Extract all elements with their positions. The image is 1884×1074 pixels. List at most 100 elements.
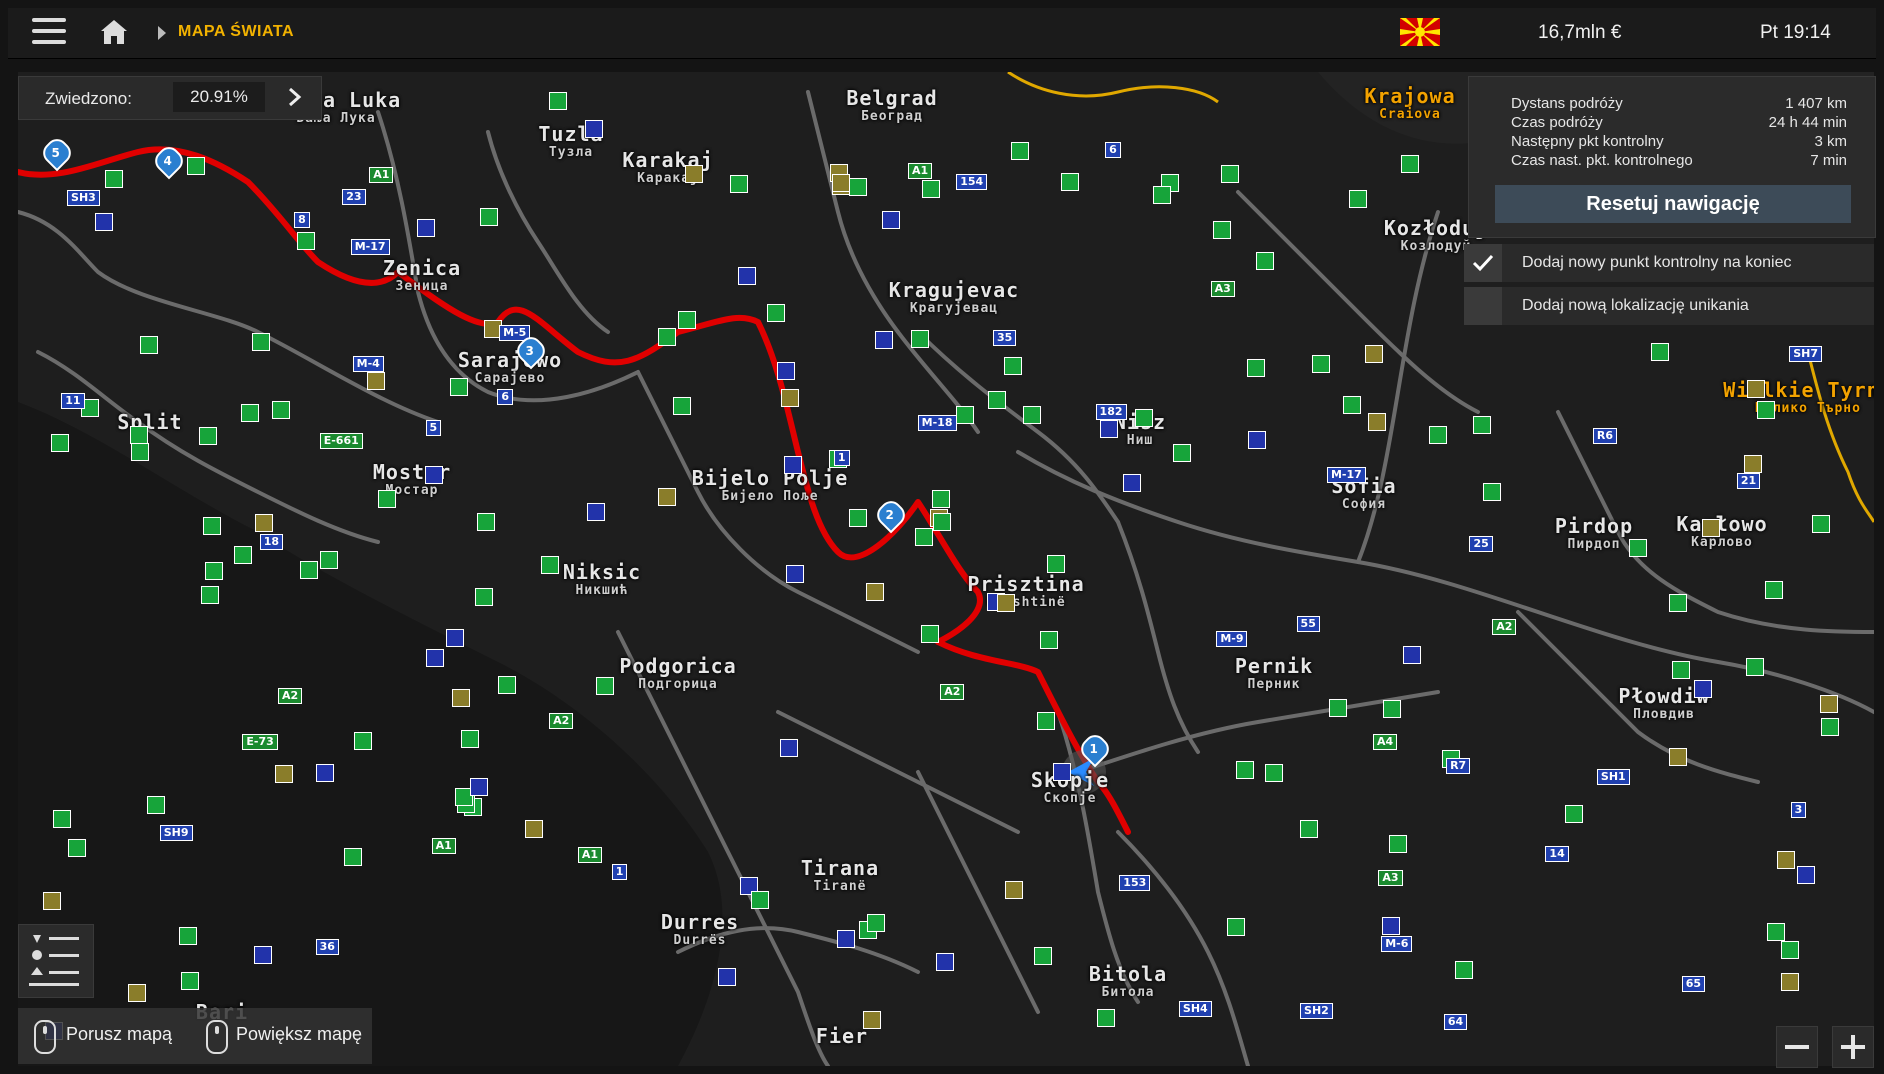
poi-marker-icon[interactable] bbox=[920, 624, 939, 643]
poi-marker-icon[interactable] bbox=[738, 266, 757, 285]
poi-marker-icon[interactable] bbox=[344, 848, 363, 867]
city-label[interactable]: Fier bbox=[816, 1026, 868, 1048]
poi-marker-icon[interactable] bbox=[1221, 164, 1240, 183]
breadcrumb[interactable]: MAPA ŚWIATA bbox=[178, 23, 294, 41]
poi-marker-icon[interactable] bbox=[1036, 711, 1055, 730]
poi-marker-icon[interactable] bbox=[316, 763, 334, 782]
poi-marker-icon[interactable] bbox=[95, 212, 114, 231]
poi-marker-icon[interactable] bbox=[202, 517, 221, 536]
poi-marker-icon[interactable] bbox=[766, 304, 785, 323]
poi-marker-icon[interactable] bbox=[1039, 630, 1058, 649]
city-label[interactable]: Prisztina Prishtinë bbox=[967, 574, 1084, 609]
poi-marker-icon[interactable] bbox=[1004, 881, 1023, 900]
poi-marker-icon[interactable] bbox=[914, 527, 933, 546]
poi-marker-icon[interactable] bbox=[585, 120, 604, 139]
poi-marker-icon[interactable] bbox=[255, 514, 274, 532]
poi-marker-icon[interactable] bbox=[848, 177, 867, 196]
poi-marker-icon[interactable] bbox=[319, 550, 338, 569]
poi-marker-icon[interactable] bbox=[1123, 473, 1142, 492]
poi-marker-icon[interactable] bbox=[780, 388, 799, 407]
poi-marker-icon[interactable] bbox=[751, 890, 770, 909]
poi-marker-icon[interactable] bbox=[837, 930, 856, 949]
city-label[interactable]: Pernik Перник bbox=[1235, 656, 1313, 691]
poi-marker-icon[interactable] bbox=[1746, 380, 1765, 399]
poi-marker-icon[interactable] bbox=[1153, 186, 1172, 205]
poi-marker-icon[interactable] bbox=[416, 219, 435, 238]
poi-marker-icon[interactable] bbox=[1668, 748, 1687, 767]
poi-marker-icon[interactable] bbox=[1328, 699, 1347, 718]
poi-marker-icon[interactable] bbox=[783, 456, 802, 475]
poi-marker-icon[interactable] bbox=[300, 561, 319, 580]
city-label[interactable]: Pirdop Пирдоп bbox=[1555, 516, 1633, 551]
poi-marker-icon[interactable] bbox=[461, 730, 480, 749]
option-add-avoid-location[interactable]: Dodaj nową lokalizację unikania bbox=[1464, 287, 1874, 325]
poi-marker-icon[interactable] bbox=[477, 513, 496, 532]
menu-icon[interactable] bbox=[32, 18, 66, 46]
poi-marker-icon[interactable] bbox=[451, 688, 470, 707]
poi-marker-icon[interactable] bbox=[234, 546, 253, 565]
poi-marker-icon[interactable] bbox=[1061, 172, 1080, 191]
poi-marker-icon[interactable] bbox=[955, 406, 974, 425]
poi-marker-icon[interactable] bbox=[524, 820, 543, 839]
option-add-checkpoint-end[interactable]: Dodaj nowy punkt kontrolny na koniec bbox=[1464, 244, 1874, 282]
poi-marker-icon[interactable] bbox=[658, 327, 677, 346]
poi-marker-icon[interactable] bbox=[425, 465, 444, 484]
poi-marker-icon[interactable] bbox=[1365, 345, 1384, 364]
poi-marker-icon[interactable] bbox=[200, 585, 219, 604]
city-label[interactable]: Split bbox=[117, 412, 182, 434]
poi-marker-icon[interactable] bbox=[1172, 444, 1191, 463]
poi-marker-icon[interactable] bbox=[479, 207, 498, 226]
poi-marker-icon[interactable] bbox=[684, 165, 703, 184]
poi-marker-icon[interactable] bbox=[1312, 354, 1330, 373]
poi-marker-icon[interactable] bbox=[1812, 515, 1831, 534]
poi-marker-icon[interactable] bbox=[1381, 917, 1400, 936]
poi-marker-icon[interactable] bbox=[187, 156, 206, 175]
poi-marker-icon[interactable] bbox=[1389, 835, 1408, 854]
poi-marker-icon[interactable] bbox=[672, 396, 691, 415]
poi-marker-icon[interactable] bbox=[1482, 483, 1501, 502]
poi-marker-icon[interactable] bbox=[932, 512, 951, 531]
poi-marker-icon[interactable] bbox=[1299, 819, 1318, 838]
poi-marker-icon[interactable] bbox=[1455, 961, 1474, 980]
poi-marker-icon[interactable] bbox=[1472, 416, 1491, 435]
city-label[interactable]: Durres Durrës bbox=[661, 912, 739, 947]
city-label[interactable]: Podgorica Подгорица bbox=[619, 656, 736, 691]
poi-marker-icon[interactable] bbox=[1096, 1008, 1115, 1027]
poi-marker-icon[interactable] bbox=[1629, 539, 1648, 558]
poi-marker-icon[interactable] bbox=[1383, 700, 1402, 719]
poi-marker-icon[interactable] bbox=[849, 509, 868, 528]
city-label[interactable]: Niksic Никшић bbox=[563, 562, 641, 597]
poi-marker-icon[interactable] bbox=[595, 676, 614, 695]
poi-marker-icon[interactable] bbox=[910, 330, 929, 349]
poi-marker-icon[interactable] bbox=[996, 593, 1015, 612]
poi-marker-icon[interactable] bbox=[863, 1010, 882, 1029]
poi-marker-icon[interactable] bbox=[1651, 343, 1670, 362]
city-label[interactable]: Bijelo Polje Бијело Поље bbox=[692, 468, 849, 503]
poi-marker-icon[interactable] bbox=[1400, 155, 1419, 174]
poi-marker-icon[interactable] bbox=[198, 427, 217, 445]
poi-marker-icon[interactable] bbox=[866, 582, 885, 601]
poi-marker-icon[interactable] bbox=[678, 310, 697, 329]
chevron-right-icon[interactable] bbox=[285, 87, 305, 107]
poi-marker-icon[interactable] bbox=[353, 732, 372, 751]
poi-marker-icon[interactable] bbox=[780, 738, 799, 757]
poi-marker-icon[interactable] bbox=[1429, 426, 1448, 445]
poi-marker-icon[interactable] bbox=[1403, 645, 1422, 664]
poi-marker-icon[interactable] bbox=[446, 629, 465, 648]
poi-marker-icon[interactable] bbox=[657, 488, 676, 507]
poi-marker-icon[interactable] bbox=[1776, 850, 1795, 869]
poi-marker-icon[interactable] bbox=[1247, 358, 1266, 377]
poi-marker-icon[interactable] bbox=[240, 403, 259, 422]
poi-marker-icon[interactable] bbox=[1765, 580, 1784, 599]
poi-marker-icon[interactable] bbox=[1052, 762, 1071, 781]
poi-marker-icon[interactable] bbox=[50, 433, 69, 452]
poi-marker-icon[interactable] bbox=[777, 362, 796, 381]
poi-marker-icon[interactable] bbox=[68, 838, 87, 857]
poi-marker-icon[interactable] bbox=[1819, 695, 1838, 714]
poi-marker-icon[interactable] bbox=[1034, 947, 1053, 966]
poi-marker-icon[interactable] bbox=[1668, 593, 1687, 612]
poi-marker-icon[interactable] bbox=[1226, 918, 1245, 937]
poi-marker-icon[interactable] bbox=[874, 330, 893, 349]
poi-marker-icon[interactable] bbox=[1797, 865, 1816, 884]
poi-marker-icon[interactable] bbox=[1100, 419, 1119, 438]
